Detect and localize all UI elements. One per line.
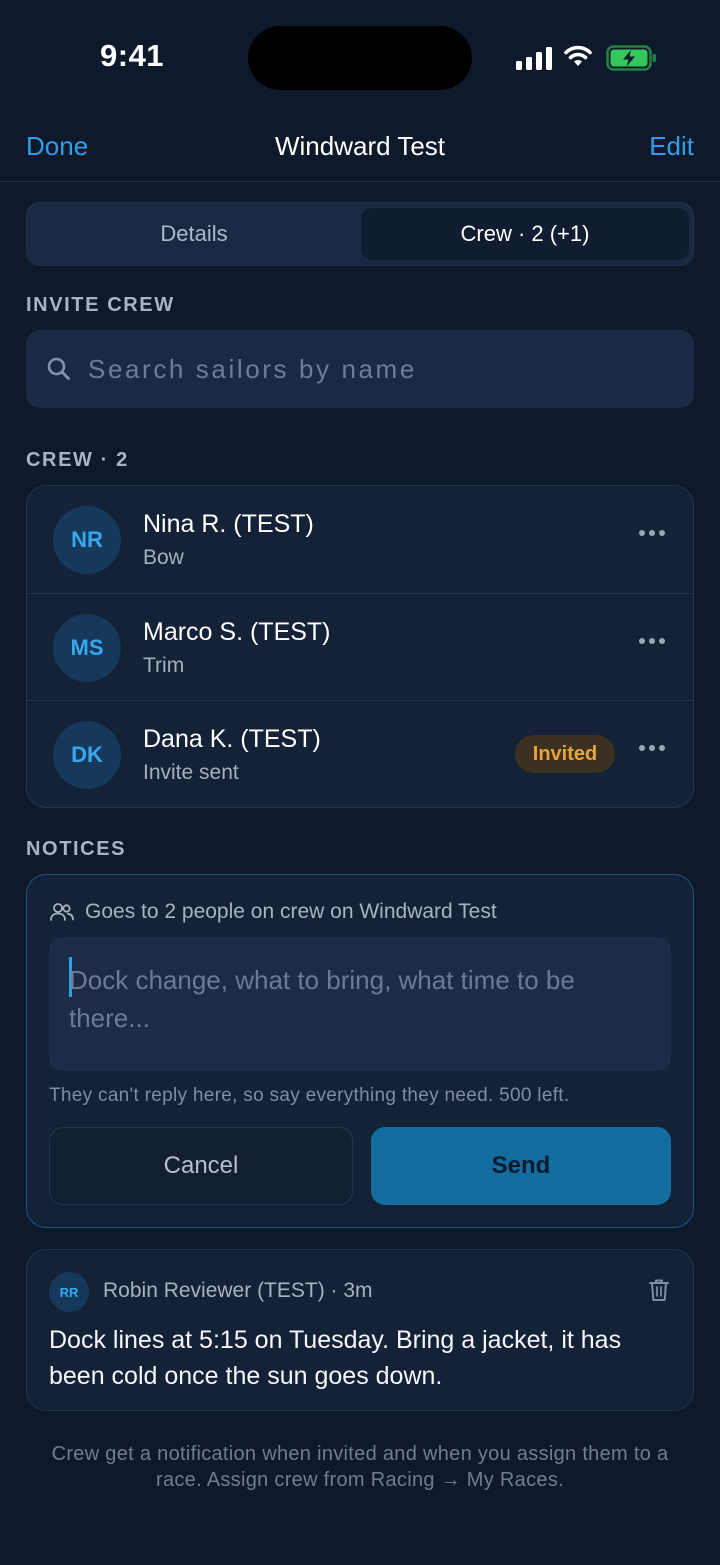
avatar: RR [49,1272,89,1312]
search-icon [47,357,70,380]
search-placeholder: Search sailors by name [88,354,417,384]
cancel-button[interactable]: Cancel [49,1127,353,1205]
crew-list: NR Nina R. (TEST) Bow MS Marco S. (TEST)… [26,485,694,808]
notice-hint: They can't reply here, so say everything… [49,1085,570,1106]
notice-textarea[interactable]: Dock change, what to bring, what time to… [49,937,671,1071]
avatar: MS [53,614,121,682]
more-icon[interactable] [639,530,665,536]
notices-heading: NOTICES [26,838,127,860]
tab-crew[interactable]: Crew · 2 (+1) [361,208,689,260]
crew-name: Marco S. (TEST) [143,618,331,646]
crew-role: Bow [143,546,184,569]
trash-icon[interactable] [647,1277,671,1303]
crew-row[interactable]: MS Marco S. (TEST) Trim [27,593,693,700]
wifi-icon [564,45,592,66]
footer-note: Crew get a notification when invited and… [51,1443,669,1491]
crew-role: Trim [143,654,185,677]
crew-name: Dana K. (TEST) [143,725,321,753]
signal-icon [516,46,552,70]
more-icon[interactable] [639,745,665,751]
crew-heading: CREW · 2 [26,449,129,471]
crew-role: Invite sent [143,761,239,784]
people-icon [50,903,74,921]
invite-crew-heading: INVITE CREW [26,294,175,316]
status-time: 9:41 [100,38,165,73]
notice-author: Robin Reviewer (TEST) · 3m [103,1279,373,1302]
notice-body: Dock lines at 5:15 on Tuesday. Bring a j… [49,1326,622,1390]
send-button[interactable]: Send [371,1127,671,1205]
avatar: DK [53,721,121,789]
page-title: Windward Test [274,131,446,161]
notice-audience: Goes to 2 people on crew on Windward Tes… [85,900,497,923]
notice-card: RR Robin Reviewer (TEST) · 3m Dock lines… [26,1249,694,1411]
crew-row[interactable]: DK Dana K. (TEST) Invite sent Invited [27,700,693,807]
nav-divider [0,181,720,182]
tab-bar: Details Crew · 2 (+1) [26,202,694,266]
notice-placeholder: Dock change, what to bring, what time to… [69,965,575,1033]
crew-name: Nina R. (TEST) [143,510,314,538]
notice-composer: Goes to 2 people on crew on Windward Tes… [26,874,694,1228]
more-icon[interactable] [639,638,665,644]
crew-row[interactable]: NR Nina R. (TEST) Bow [27,486,693,593]
avatar: NR [53,506,121,574]
tab-details[interactable]: Details [27,203,361,265]
dynamic-island [248,26,472,90]
edit-button[interactable]: Edit [649,131,694,162]
battery-icon [606,45,656,71]
search-input[interactable]: Search sailors by name [26,330,694,408]
status-badge: Invited [515,735,615,773]
